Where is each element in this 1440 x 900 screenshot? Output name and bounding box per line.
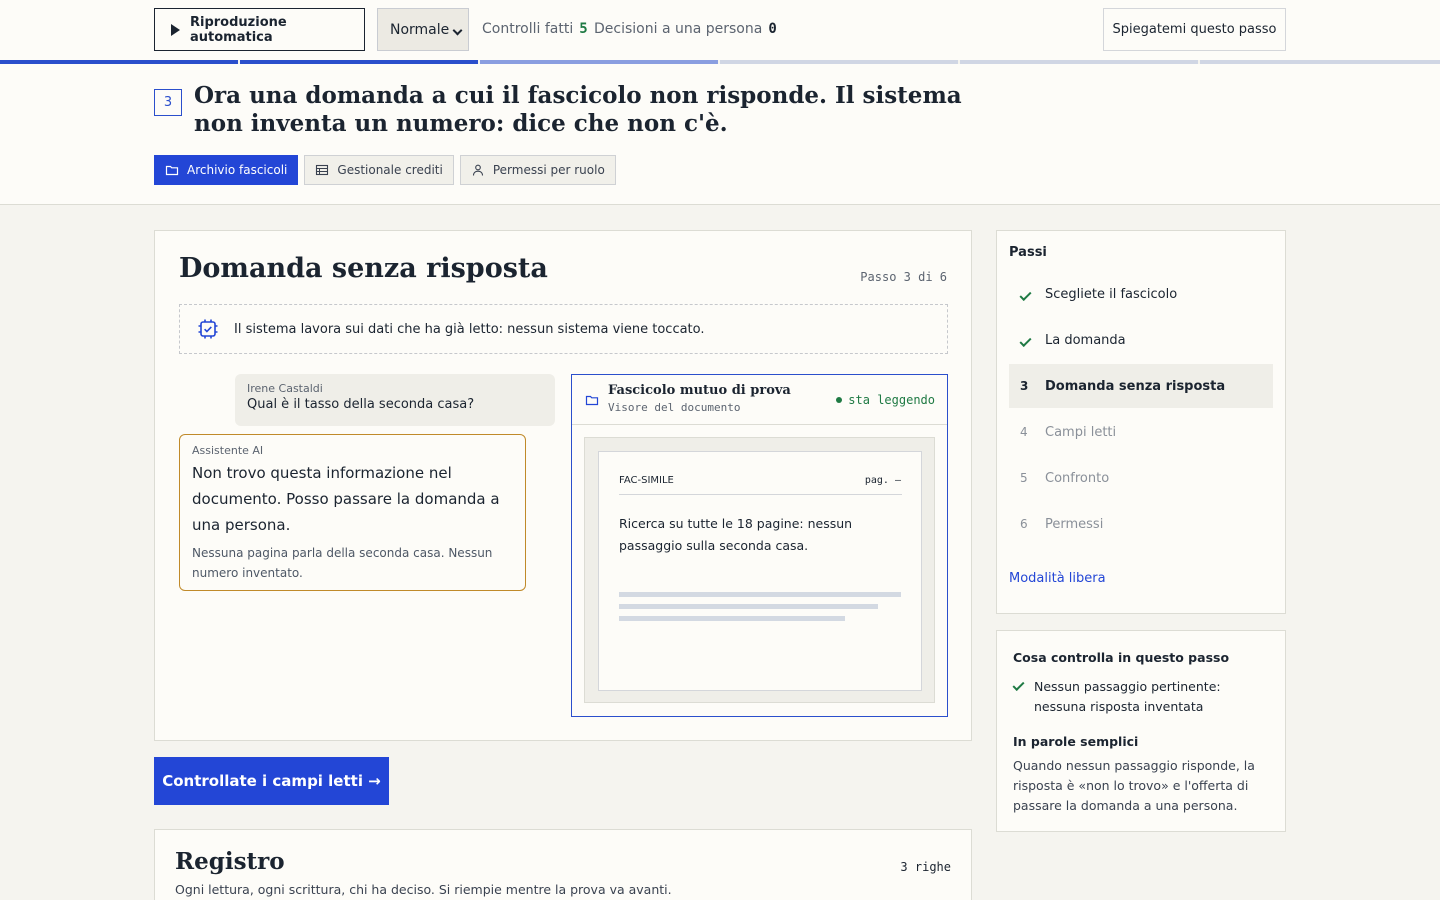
step-number: 6 <box>1020 517 1028 531</box>
source-chip-label: Archivio fascicoli <box>187 163 288 177</box>
decisions-label: Decisioni a una persona <box>594 21 763 37</box>
log-card: Registro 3 righe Ogni lettura, ogni scri… <box>154 829 972 900</box>
autoplay-label: Riproduzione automatica <box>190 14 287 45</box>
document-placeholder-line <box>619 592 901 597</box>
folder-icon <box>585 395 599 406</box>
check-icon <box>1019 288 1032 302</box>
step-indicator: Passo 3 di 6 <box>860 270 947 284</box>
check-item: Nessun passaggio pertinente: nessuna ris… <box>1012 677 1273 717</box>
step-item-4[interactable]: 4 Campi letti <box>1009 410 1273 454</box>
safety-note: Il sistema lavora sui dati che ha già le… <box>179 304 948 354</box>
decisions-stat: Decisioni a una persona 0 <box>594 21 777 37</box>
check-fields-button[interactable]: Controllate i campi letti → <box>154 757 389 805</box>
step-card-title: Domanda senza risposta <box>179 253 548 284</box>
log-subtitle: Ogni lettura, ogni scrittura, chi ha dec… <box>175 882 672 897</box>
source-chip-label: Permessi per ruolo <box>492 163 605 177</box>
explain-step-button[interactable]: Spiegatemi questo passo <box>1103 8 1286 51</box>
source-chip-permessi[interactable]: Permessi per ruolo <box>459 155 616 185</box>
reading-status-label: sta leggendo <box>848 393 935 407</box>
document-viewer-header: Fascicolo mutuo di prova Visore del docu… <box>572 375 947 425</box>
decisions-count: 0 <box>768 21 777 37</box>
assistant-detail: Nessuna pagina parla della seconda casa.… <box>192 546 493 580</box>
step-mark <box>1009 287 1045 302</box>
steps-title: Passi <box>1009 245 1047 260</box>
safety-note-text: Il sistema lavora sui dati che ha già le… <box>234 321 705 337</box>
document-placeholder-line <box>619 604 878 609</box>
status-dot-icon <box>836 397 843 403</box>
document-label: FAC-SIMILE <box>619 475 674 486</box>
chip-check-icon <box>198 319 218 339</box>
checks-done-label: Controlli fatti <box>482 21 574 37</box>
step-checks-panel: Cosa controlla in questo passo Nessun pa… <box>996 630 1286 832</box>
log-title: Registro <box>175 848 285 875</box>
source-chip-gestionale[interactable]: Gestionale crediti <box>304 155 454 185</box>
step-item-label: Confronto <box>1045 470 1110 486</box>
document-placeholder-line <box>619 616 845 621</box>
document-canvas: FAC-SIMILE pag. — Ricerca su tutte le 18… <box>584 437 935 703</box>
source-chips: Archivio fascicoli Gestionale crediti Pe… <box>154 155 616 185</box>
checks-title: Cosa controlla in questo passo <box>1013 650 1230 665</box>
assistant-message: Assistente AI Non trovo questa informazi… <box>179 434 526 591</box>
play-icon <box>171 23 180 36</box>
checks-done-stat: Controlli fatti 5 <box>482 21 588 37</box>
user-name: Irene Castaldi <box>247 382 323 395</box>
person-icon <box>472 164 483 176</box>
step-item-1[interactable]: Scegliete il fascicolo <box>1009 272 1273 316</box>
checks-done-count: 5 <box>579 21 588 37</box>
step-number: 4 <box>1020 425 1028 439</box>
document-title: Fascicolo mutuo di prova <box>608 383 791 398</box>
document-page: FAC-SIMILE pag. — Ricerca su tutte le 18… <box>598 451 922 691</box>
step-item-label: Permessi <box>1045 516 1104 532</box>
step-number-badge: 3 <box>154 89 182 116</box>
document-subtitle: Visore del documento <box>608 401 741 414</box>
step-item-label: Campi letti <box>1045 424 1117 440</box>
source-chip-archivio[interactable]: Archivio fascicoli <box>154 155 299 185</box>
assistant-answer: Non trovo questa informazione nel docume… <box>192 464 500 534</box>
step-item-label: Domanda senza risposta <box>1045 378 1226 394</box>
reading-status: sta leggendo <box>836 393 935 407</box>
step-item-label: Scegliete il fascicolo <box>1045 286 1178 302</box>
step-item-2[interactable]: La domanda <box>1009 318 1273 362</box>
chevron-down-icon <box>452 25 463 36</box>
check-item-text: Nessun passaggio pertinente: nessuna ris… <box>1034 679 1221 714</box>
plain-words-text: Quando nessun passaggio risponde, la ris… <box>1013 758 1255 813</box>
free-mode-link[interactable]: Modalità libera <box>1009 571 1106 586</box>
folder-icon <box>165 165 179 176</box>
document-page-number: pag. — <box>864 475 901 486</box>
speed-value: Normale <box>390 21 450 38</box>
step-item-3[interactable]: 3 Domanda senza risposta <box>1009 364 1273 408</box>
step-mark <box>1009 333 1045 348</box>
step-headline: Ora una domanda a cui il fascicolo non r… <box>194 82 962 137</box>
check-icon <box>1019 334 1032 348</box>
document-viewer: Fascicolo mutuo di prova Visore del docu… <box>571 374 948 717</box>
user-question: Qual è il tasso della seconda casa? <box>247 397 475 412</box>
document-search-result: Ricerca su tutte le 18 pagine: nessun pa… <box>619 516 853 553</box>
step-item-6[interactable]: 6 Permessi <box>1009 502 1273 546</box>
step-item-5[interactable]: 5 Confronto <box>1009 456 1273 500</box>
top-bar: Riproduzione automatica Normale Controll… <box>0 0 1440 60</box>
speed-select[interactable]: Normale <box>377 8 469 51</box>
log-row-count: 3 righe <box>900 860 951 874</box>
check-icon <box>1012 678 1025 692</box>
step-card: Domanda senza risposta Passo 3 di 6 Il s… <box>154 230 972 741</box>
step-header: 3 Ora una domanda a cui il fascicolo non… <box>0 64 1440 205</box>
step-item-label: La domanda <box>1045 332 1126 348</box>
step-number: 5 <box>1020 471 1028 485</box>
assistant-name: Assistente AI <box>192 444 264 457</box>
document-divider <box>619 494 902 495</box>
plain-words-title: In parole semplici <box>1013 734 1139 749</box>
steps-panel: Passi Scegliete il fascicolo La domanda … <box>996 230 1286 614</box>
table-icon <box>316 164 329 176</box>
autoplay-button[interactable]: Riproduzione automatica <box>154 8 365 51</box>
source-chip-label: Gestionale crediti <box>337 163 443 177</box>
step-number: 3 <box>1020 379 1029 393</box>
user-message: Irene Castaldi Qual è il tasso della sec… <box>235 374 555 426</box>
